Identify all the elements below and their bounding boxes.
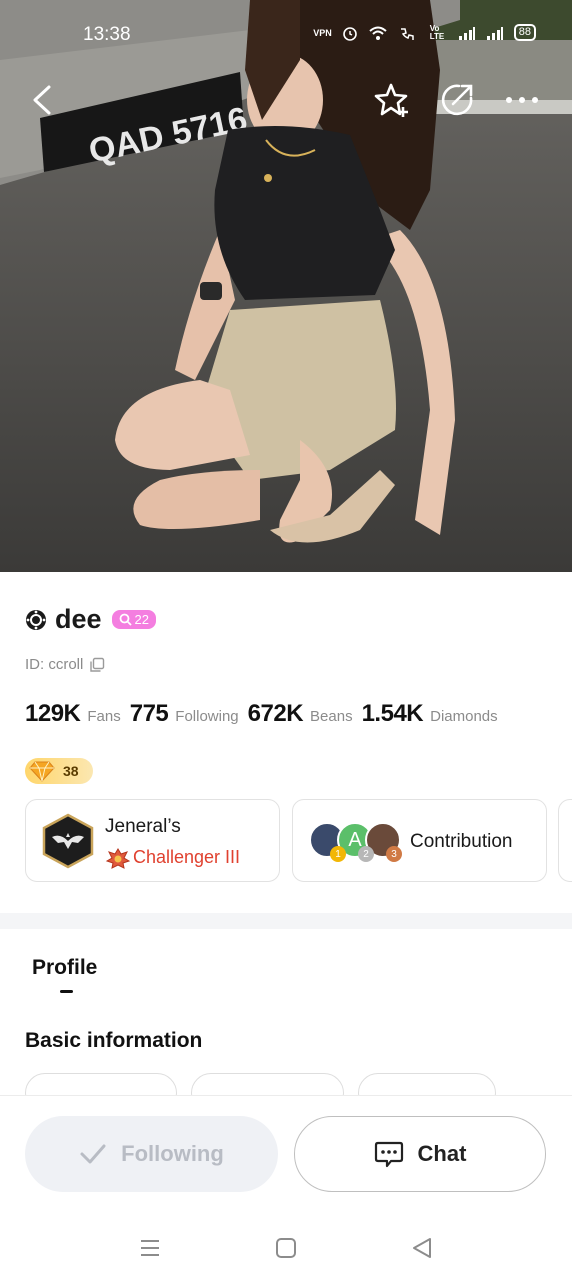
- diamond-level: 38: [63, 763, 79, 779]
- following-count[interactable]: 775: [130, 700, 169, 728]
- bottom-action-bar: Following Chat: [0, 1095, 572, 1215]
- chat-bubble-icon: [374, 1141, 403, 1168]
- rank-badge-2: 2: [358, 846, 374, 862]
- profile-name-row: dee 22: [25, 604, 156, 635]
- challenger-rank-icon: [105, 848, 131, 869]
- menu-icon: [141, 1240, 159, 1256]
- back-triangle-icon: [413, 1238, 431, 1258]
- battery-indicator: 88: [513, 24, 536, 41]
- fans-label[interactable]: Fans: [87, 708, 120, 725]
- level-badge: 22: [111, 610, 156, 629]
- user-id-row: ID: ccroll: [25, 656, 105, 673]
- back-arrow-icon: [33, 85, 51, 115]
- wifi-icon: [369, 26, 387, 40]
- signal-icon-2: [486, 26, 503, 40]
- diamond-level-badge[interactable]: 38: [25, 758, 93, 784]
- more-button[interactable]: [502, 80, 542, 120]
- chat-button[interactable]: Chat: [294, 1116, 546, 1192]
- user-id: ID: ccroll: [25, 656, 84, 673]
- status-icons: VPN Vo LTE 88: [313, 24, 536, 41]
- level-number: 22: [134, 612, 149, 627]
- level-search-icon: [119, 613, 132, 626]
- alarm-icon: [342, 26, 357, 41]
- following-label[interactable]: Following: [175, 708, 238, 725]
- checkmark-icon: [80, 1144, 106, 1164]
- tab-profile[interactable]: Profile: [32, 956, 97, 980]
- diamonds-label: Diamonds: [430, 708, 498, 725]
- jeneral-title: Jeneral’s: [105, 816, 181, 837]
- profile-name: dee: [55, 604, 102, 634]
- profile-stats: 129K Fans 775 Following 672K Beans 1.54K…: [25, 700, 507, 728]
- nav-home-button[interactable]: [271, 1233, 301, 1263]
- challenger-rank: Challenger III: [133, 847, 241, 867]
- beans-count: 672K: [247, 700, 304, 727]
- cover-photo-illustration: QAD 5716: [0, 0, 572, 572]
- fans-count[interactable]: 129K: [25, 700, 81, 728]
- rank-badge-3: 3: [386, 846, 402, 862]
- star-add-icon: [374, 83, 408, 117]
- status-time: 13:38: [83, 24, 131, 45]
- section-divider: [0, 913, 572, 929]
- more-icon: [506, 97, 538, 103]
- share-button[interactable]: [437, 80, 477, 120]
- contributor-avatars: A 1 2 3: [309, 822, 402, 862]
- volte-icon: Vo LTE: [429, 23, 445, 41]
- contribution-card[interactable]: A 1 2 3 Contribution: [292, 799, 547, 882]
- favorite-button[interactable]: [372, 80, 412, 120]
- back-button[interactable]: [22, 80, 62, 120]
- basic-information-title: Basic information: [25, 1029, 203, 1052]
- beans-label: Beans: [310, 708, 353, 725]
- contribution-label: Contribution: [410, 831, 513, 852]
- eagle-emblem-icon: [42, 813, 94, 869]
- following-button[interactable]: Following: [25, 1116, 278, 1192]
- tab-active-indicator: [60, 990, 73, 993]
- diamonds-count: 1.54K: [361, 700, 424, 727]
- wifi-calling-icon: [400, 27, 414, 40]
- chat-button-label: Chat: [417, 1141, 467, 1166]
- nav-menu-button[interactable]: [135, 1233, 165, 1263]
- rank-badge-1: 1: [330, 846, 346, 862]
- vpn-icon: VPN: [313, 27, 332, 38]
- home-square-icon: [276, 1238, 296, 1258]
- verified-badge-icon: [26, 609, 46, 630]
- diamond-icon: [29, 761, 55, 782]
- following-button-label: Following: [121, 1141, 224, 1166]
- next-card-peek[interactable]: [558, 799, 572, 882]
- jeneral-card[interactable]: Jeneral’s Challenger III: [25, 799, 280, 882]
- profile-cover-photo[interactable]: QAD 5716 13:38 VPN Vo LTE 88: [0, 0, 572, 572]
- system-navigation-bar: [0, 1215, 572, 1280]
- share-icon: [441, 84, 473, 116]
- status-bar: 13:38 VPN Vo LTE 88: [0, 0, 572, 70]
- copy-icon[interactable]: [89, 657, 105, 673]
- nav-back-button[interactable]: [407, 1233, 437, 1263]
- signal-icon-1: [458, 26, 475, 40]
